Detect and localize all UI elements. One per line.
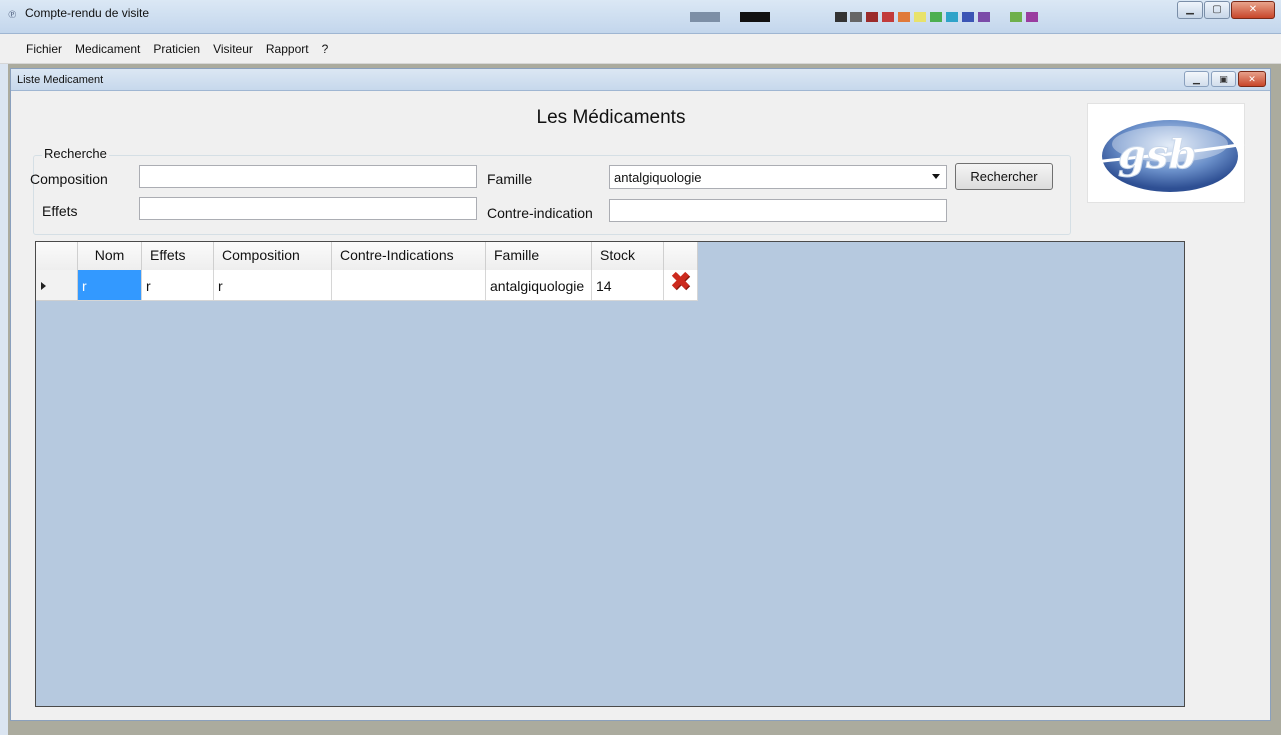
child-title-bar: Liste Medicament ▁ ▣ ✕ bbox=[11, 69, 1270, 91]
page-title: Les Médicaments bbox=[536, 107, 686, 128]
composition-input[interactable] bbox=[139, 165, 477, 188]
column-header-contre-indications[interactable]: Contre-Indications bbox=[332, 242, 486, 270]
menu-rapport[interactable]: Rapport bbox=[266, 42, 309, 56]
grid-corner bbox=[36, 242, 78, 270]
gsb-logo: gsb bbox=[1087, 103, 1245, 203]
chevron-down-icon bbox=[932, 174, 940, 179]
menu-fichier[interactable]: Fichier bbox=[26, 42, 62, 56]
child-minimize-button[interactable]: ▁ bbox=[1184, 71, 1209, 87]
delete-cell[interactable]: ✖ bbox=[664, 270, 698, 301]
column-header-effets[interactable]: Effets bbox=[142, 242, 214, 270]
child-restore-button[interactable]: ▣ bbox=[1211, 71, 1236, 87]
rechercher-button[interactable]: Rechercher bbox=[955, 163, 1053, 190]
medicament-grid[interactable]: Nom Effets Composition Contre-Indication… bbox=[35, 241, 1185, 707]
child-window: Liste Medicament ▁ ▣ ✕ Les Médicaments g… bbox=[10, 68, 1271, 721]
app-title: Compte-rendu de visite bbox=[25, 6, 150, 20]
child-title: Liste Medicament bbox=[17, 74, 104, 86]
column-header-famille[interactable]: Famille bbox=[486, 242, 592, 270]
app-icon: ℗ bbox=[8, 8, 17, 21]
contre-indication-input[interactable] bbox=[609, 199, 947, 222]
cell-effets[interactable]: r bbox=[142, 270, 214, 301]
menu-visiteur[interactable]: Visiteur bbox=[213, 42, 253, 56]
contre-indication-label: Contre-indication bbox=[487, 205, 593, 221]
child-close-button[interactable]: ✕ bbox=[1238, 71, 1266, 87]
column-header-delete bbox=[664, 242, 698, 270]
delete-x-icon[interactable]: ✖ bbox=[666, 270, 695, 294]
famille-select[interactable]: antalgiquologie bbox=[609, 165, 947, 189]
table-row[interactable]: r r r antalgiquologie 14 ✖ bbox=[36, 270, 698, 301]
cell-composition[interactable]: r bbox=[214, 270, 332, 301]
column-header-stock[interactable]: Stock bbox=[592, 242, 664, 270]
app-title-bar: ℗ Compte-rendu de visite ▁ ▢ ✕ bbox=[0, 0, 1281, 34]
column-header-composition[interactable]: Composition bbox=[214, 242, 332, 270]
cell-nom[interactable]: r bbox=[78, 270, 142, 301]
famille-selected-value: antalgiquologie bbox=[614, 170, 702, 185]
search-group-label: Recherche bbox=[42, 146, 109, 161]
gsb-logo-icon: gsb bbox=[1093, 120, 1245, 192]
close-button[interactable]: ✕ bbox=[1231, 1, 1275, 19]
menu-help[interactable]: ? bbox=[322, 42, 329, 56]
cell-famille[interactable]: antalgiquologie bbox=[486, 270, 592, 301]
menu-praticien[interactable]: Praticien bbox=[153, 42, 200, 56]
column-header-nom[interactable]: Nom bbox=[78, 242, 142, 270]
left-edge bbox=[0, 64, 8, 735]
svg-text:gsb: gsb bbox=[1118, 131, 1196, 178]
toolbar-color-strip bbox=[690, 12, 1038, 22]
grid-header: Nom Effets Composition Contre-Indication… bbox=[36, 242, 698, 270]
effets-input[interactable] bbox=[139, 197, 477, 220]
effets-label: Effets bbox=[42, 203, 78, 219]
composition-label: Composition bbox=[30, 171, 108, 187]
cell-stock[interactable]: 14 bbox=[592, 270, 664, 301]
minimize-button[interactable]: ▁ bbox=[1177, 1, 1203, 19]
row-header[interactable] bbox=[36, 270, 78, 301]
cell-contre-indications[interactable] bbox=[332, 270, 486, 301]
famille-label: Famille bbox=[487, 171, 533, 187]
menu-bar: Fichier Medicament Praticien Visiteur Ra… bbox=[0, 34, 1281, 64]
menu-medicament[interactable]: Medicament bbox=[75, 42, 140, 56]
row-pointer-icon bbox=[41, 282, 46, 290]
maximize-button[interactable]: ▢ bbox=[1204, 1, 1230, 19]
